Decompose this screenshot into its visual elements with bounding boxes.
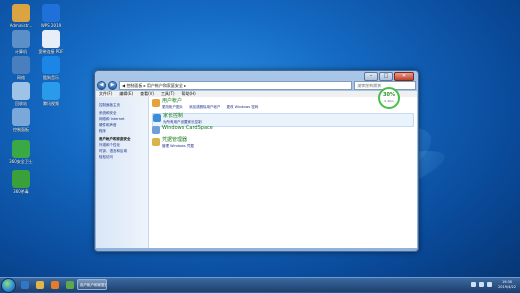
category-title[interactable]: Windows CardSpace: [162, 126, 213, 131]
category-link[interactable]: 添加或删除用户帐户: [189, 105, 221, 109]
minimize-button[interactable]: –: [364, 72, 378, 81]
desktop-icon-label: 360杀毒: [13, 189, 29, 194]
desktop-icon-label: 网络: [17, 75, 25, 80]
desktop-icon[interactable]: 腾讯视频: [34, 82, 68, 106]
parental-controls-icon: [153, 114, 161, 122]
video-icon: [42, 82, 60, 100]
start-button[interactable]: [1, 278, 16, 293]
tray-network-icon[interactable]: [479, 282, 485, 287]
category-title[interactable]: 家长控制: [163, 114, 183, 119]
user-folder-icon: [12, 4, 30, 22]
desktop-icon-label: WPS 2019: [40, 23, 62, 28]
left-pane-link: 用户帐户和家庭安全: [99, 137, 131, 141]
desktop-icon-label: 360安全卫士: [9, 159, 33, 164]
back-button[interactable]: ◀: [97, 81, 106, 90]
category-links: 为所有用户设置家长控制: [163, 120, 208, 124]
close-button[interactable]: ✕: [394, 72, 414, 81]
category-links: 更改帐户图片 添加或删除用户帐户 更改 Windows 密码: [162, 105, 264, 109]
left-pane-link[interactable]: 系统和安全: [99, 111, 117, 115]
desktop-icon-label: 宽带连接 PDF: [38, 49, 64, 54]
taskbar-pinned-app[interactable]: [62, 279, 78, 290]
desktop-icon-label: Administr...: [9, 23, 33, 28]
category-link[interactable]: 更改 Windows 密码: [227, 105, 259, 109]
shield-icon: [12, 170, 30, 188]
credential-manager-icon: [152, 138, 160, 146]
category-link[interactable]: 管理 Windows 凭据: [162, 144, 194, 148]
tray-volume-icon[interactable]: [487, 282, 493, 287]
media-player-icon: [51, 280, 59, 289]
wps-icon: [42, 4, 60, 22]
forward-button[interactable]: ▶: [108, 81, 117, 90]
category-link[interactable]: 更改帐户图片: [162, 105, 183, 109]
address-row: ◀ ▶ ◀ 控制面板 ▸ 用户帐户和家庭安全 ▸ 搜索控制面板: [97, 81, 416, 90]
desktop-icon[interactable]: WPS 2019: [34, 4, 68, 28]
left-pane-link[interactable]: 网络和 Internet: [99, 117, 125, 121]
clock-date: 2019/4/22: [498, 284, 516, 289]
category-links: 管理 Windows 凭据: [162, 144, 200, 148]
network-icon: [12, 56, 30, 74]
users-icon: [152, 99, 160, 107]
left-pane-link[interactable]: 程序: [99, 129, 106, 133]
left-pane-link[interactable]: 硬件和声音: [99, 123, 117, 127]
main-pane: 用户帐户 更改帐户图片 添加或删除用户帐户 更改 Windows 密码家长控制 为所有用…: [149, 97, 417, 248]
clock[interactable]: 19:30 2019/4/22: [498, 280, 516, 289]
speed-widget[interactable]: 30% 0.4K/s: [378, 87, 400, 109]
desktop-icon[interactable]: 360安全卫士: [4, 140, 38, 164]
desktop-icon[interactable]: 控制面板: [4, 108, 38, 132]
taskbar: 用户帐户和家庭安全 19:30 2019/4/22: [0, 277, 520, 293]
left-pane-link[interactable]: 轻松访问: [99, 155, 113, 159]
left-pane-link[interactable]: 控制面板主页: [99, 103, 120, 107]
system-tray: 19:30 2019/4/22: [471, 279, 516, 290]
desktop-icon[interactable]: 计算机: [4, 30, 38, 54]
desktop-icon[interactable]: 网络: [4, 56, 38, 80]
desktop-icon[interactable]: Administr...: [4, 4, 38, 28]
left-navigation-pane: 控制面板主页 系统和安全网络和 Internet 硬件和声音程序用户帐户和家庭安全外…: [96, 97, 149, 248]
desktop-icon[interactable]: 宽带连接 PDF: [34, 30, 68, 54]
window-controls: – □ ✕: [364, 72, 414, 81]
desktop-icon-label: 酷狗音乐: [43, 75, 59, 80]
category-users[interactable]: 用户帐户 更改帐户图片 添加或删除用户帐户 更改 Windows 密码: [152, 99, 414, 111]
category-credential-manager[interactable]: 凭据管理器 管理 Windows 凭据: [152, 138, 414, 150]
control-panel-window[interactable]: – □ ✕ ◀ ▶ ◀ 控制面板 ▸ 用户帐户和家庭安全 ▸ 搜索控制面板 文件…: [94, 70, 419, 252]
window-content: 控制面板主页 系统和安全网络和 Internet 硬件和声音程序用户帐户和家庭安全外…: [96, 97, 417, 248]
ie-icon: [21, 280, 29, 289]
control-panel-icon: [12, 108, 30, 126]
address-bar[interactable]: ◀ 控制面板 ▸ 用户帐户和家庭安全 ▸: [119, 81, 352, 90]
taskbar-pinned-app[interactable]: [47, 279, 63, 290]
taskbar-pinned-app[interactable]: [17, 279, 33, 290]
desktop-icon-label: 回收站: [15, 101, 27, 106]
document-icon: [42, 30, 60, 48]
cardspace-icon: [152, 126, 160, 134]
360-icon: [12, 140, 30, 158]
desktop-icon-label: 腾讯视频: [43, 101, 59, 106]
left-pane-link[interactable]: 外观和个性化: [99, 143, 120, 147]
desktop-icon-label: 计算机: [15, 49, 27, 54]
maximize-button[interactable]: □: [379, 72, 393, 81]
left-pane-link[interactable]: 时钟、语言和区域: [99, 149, 127, 153]
folder-icon: [36, 280, 44, 289]
desktop-icon[interactable]: 酷狗音乐: [34, 56, 68, 80]
recycle-bin-icon: [12, 82, 30, 100]
speed-widget-sub: 0.4K/s: [384, 99, 394, 103]
taskbar-active-window[interactable]: 用户帐户和家庭安全: [77, 279, 107, 290]
tray-language-icon[interactable]: [471, 282, 477, 287]
category-title[interactable]: 凭据管理器: [162, 138, 187, 143]
desktop-icon-label: 控制面板: [13, 127, 29, 132]
computer-icon: [12, 30, 30, 48]
category-cardspace[interactable]: Windows CardSpace: [152, 126, 414, 138]
kugou-icon: [42, 56, 60, 74]
taskbar-pinned-app[interactable]: [32, 279, 48, 290]
category-title[interactable]: 用户帐户: [162, 99, 182, 104]
store-icon: [66, 280, 74, 289]
category-link[interactable]: 为所有用户设置家长控制: [163, 120, 202, 124]
desktop-icon[interactable]: 回收站: [4, 82, 38, 106]
desktop-icon[interactable]: 360杀毒: [4, 170, 38, 194]
